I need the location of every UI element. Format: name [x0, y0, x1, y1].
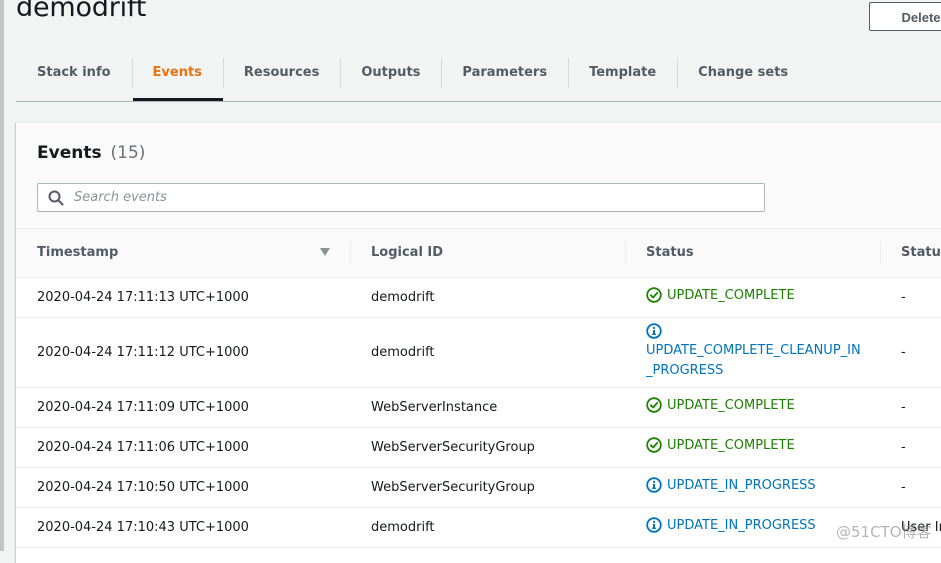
- status-text: UPDATE_IN_PROGRESS: [667, 477, 816, 493]
- event-status-cell: UPDATE_IN_PROGRESS: [625, 507, 880, 548]
- events-table-header: Timestamp Logical ID Status Status reaso…: [16, 229, 941, 278]
- events-panel-header: Events (15): [16, 123, 941, 229]
- event-timestamp: 2020-04-24 17:10:43 UTC+1000: [16, 507, 350, 548]
- event-status-cell: UPDATE_COMPLETE: [625, 277, 880, 318]
- page-title: demodrift: [16, 0, 147, 23]
- event-logical-id: demodrift: [350, 277, 625, 318]
- success-check-icon: [646, 437, 662, 453]
- event-status-cell: UPDATE_COMPLETE_CLEANUP_IN_PROGRESS: [625, 317, 880, 388]
- event-logical-id: WebServerSecurityGroup: [350, 427, 625, 468]
- events-panel: Events (15) Timestamp Logical ID: [16, 122, 941, 563]
- event-logical-id: WebServerInstance: [350, 387, 625, 428]
- success-check-icon: [646, 287, 662, 303]
- event-status-cell: UPDATE_COMPLETE: [625, 387, 880, 428]
- events-title-label: Events: [37, 143, 102, 163]
- column-header-status[interactable]: Status: [625, 229, 880, 278]
- info-icon: [646, 517, 662, 533]
- tab-template[interactable]: Template: [568, 56, 677, 89]
- event-status-reason: -: [880, 467, 941, 508]
- tab-parameters[interactable]: Parameters: [441, 56, 568, 89]
- status-indicator: UPDATE_IN_PROGRESS: [646, 477, 816, 493]
- status-text: UPDATE_COMPLETE: [667, 397, 795, 413]
- event-row: 2020-04-24 17:11:06 UTC+1000 WebServerSec…: [16, 427, 941, 468]
- event-logical-id: demodrift: [350, 317, 625, 388]
- event-row: 2020-04-24 17:11:09 UTC+1000 WebServerIns…: [16, 387, 941, 428]
- column-header-timestamp[interactable]: Timestamp: [16, 229, 350, 278]
- event-status-cell: UPDATE_COMPLETE: [625, 427, 880, 468]
- event-row: 2020-04-24 17:10:50 UTC+1000 WebServerSec…: [16, 467, 941, 508]
- event-status-reason: User In: [880, 507, 941, 548]
- events-table-body: 2020-04-24 17:11:13 UTC+1000 demodrift UPD…: [16, 277, 941, 548]
- column-header-logical-id[interactable]: Logical ID: [350, 229, 625, 278]
- event-timestamp: 2020-04-24 17:10:50 UTC+1000: [16, 467, 350, 508]
- event-timestamp: 2020-04-24 17:11:12 UTC+1000: [16, 317, 350, 388]
- search-icon: [48, 190, 64, 205]
- event-row: 2020-04-24 17:11:13 UTC+1000 demodrift UPD…: [16, 277, 941, 318]
- event-row: 2020-04-24 17:11:12 UTC+1000 demodrift UPD…: [16, 317, 941, 388]
- status-indicator: UPDATE_COMPLETE: [646, 287, 795, 303]
- tab-change-sets[interactable]: Change sets: [677, 56, 809, 89]
- sort-descending-icon[interactable]: [320, 248, 330, 256]
- search-events-input[interactable]: [72, 189, 764, 206]
- status-text: UPDATE_COMPLETE: [667, 437, 795, 453]
- event-logical-id: demodrift: [350, 507, 625, 548]
- events-title: Events (15): [37, 143, 145, 163]
- event-timestamp: 2020-04-24 17:11:06 UTC+1000: [16, 427, 350, 468]
- status-indicator: UPDATE_COMPLETE: [646, 437, 795, 453]
- event-timestamp: 2020-04-24 17:11:13 UTC+1000: [16, 277, 350, 318]
- tab-events[interactable]: Events: [131, 56, 224, 101]
- event-timestamp: 2020-04-24 17:11:09 UTC+1000: [16, 387, 350, 428]
- left-edge-bar: [0, 0, 4, 551]
- column-header-status-reason[interactable]: Status reason: [880, 229, 941, 278]
- success-check-icon: [646, 397, 662, 413]
- status-indicator: UPDATE_COMPLETE: [646, 397, 795, 413]
- info-icon: [646, 323, 662, 339]
- status-text: UPDATE_IN_PROGRESS: [667, 517, 816, 533]
- delete-button[interactable]: Delete: [869, 2, 941, 31]
- status-indicator: UPDATE_IN_PROGRESS: [646, 517, 816, 533]
- event-status-reason: -: [880, 277, 941, 318]
- event-status-reason: -: [880, 387, 941, 428]
- status-text: UPDATE_COMPLETE_CLEANUP_IN_PROGRESS: [646, 343, 861, 378]
- tab-outputs[interactable]: Outputs: [340, 56, 441, 89]
- event-status-reason: -: [880, 427, 941, 468]
- event-status-cell: UPDATE_IN_PROGRESS: [625, 467, 880, 508]
- search-events-box[interactable]: [37, 183, 765, 212]
- info-icon: [646, 477, 662, 493]
- event-status-reason: -: [880, 317, 941, 388]
- tab-stack-info[interactable]: Stack info: [16, 56, 132, 89]
- tab-resources[interactable]: Resources: [222, 56, 340, 89]
- status-indicator: UPDATE_COMPLETE_CLEANUP_IN_PROGRESS: [646, 323, 861, 381]
- events-table: Timestamp Logical ID Status Status reaso…: [16, 229, 941, 548]
- event-row: 2020-04-24 17:10:43 UTC+1000 demodrift UPD…: [16, 507, 941, 548]
- tab-bar: Stack info Events Resources Outputs Para…: [16, 56, 941, 102]
- event-logical-id: WebServerSecurityGroup: [350, 467, 625, 508]
- status-text: UPDATE_COMPLETE: [667, 287, 795, 303]
- events-count: (15): [110, 143, 146, 163]
